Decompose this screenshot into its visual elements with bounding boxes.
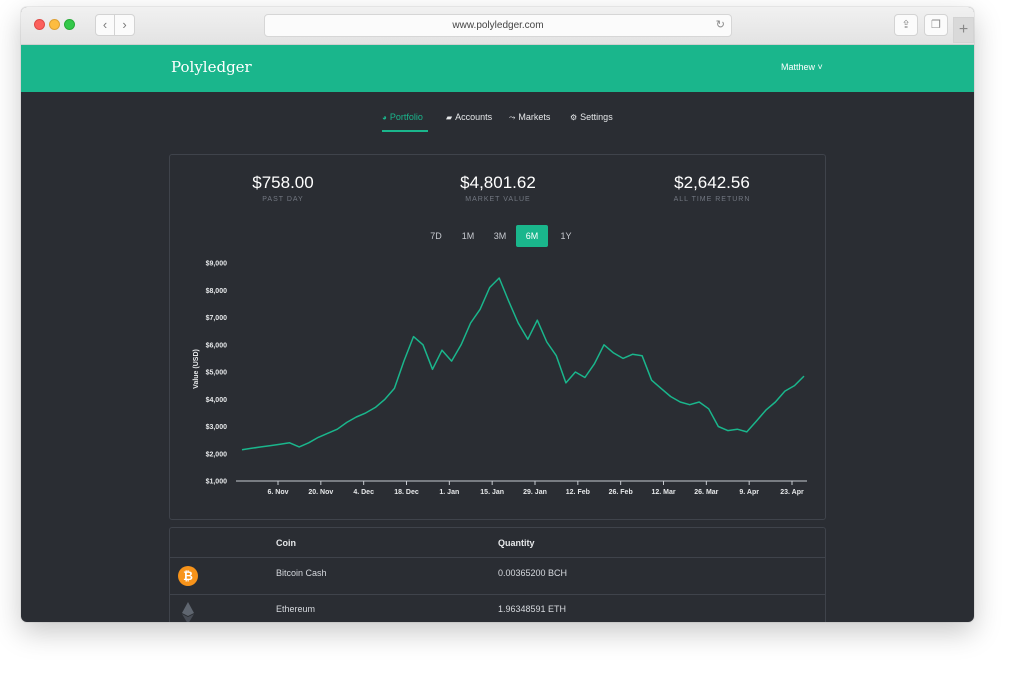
range-6m-button[interactable]: 6M <box>516 225 548 247</box>
app-header: Polyledger Matthew ˅ <box>21 45 974 92</box>
forward-button[interactable]: › <box>115 14 135 36</box>
stat-all-time-return: $2,642.56 ALL TIME RETURN <box>627 173 797 203</box>
column-header-coin: Coin <box>276 538 296 548</box>
chevron-left-icon: ‹ <box>102 17 108 32</box>
stat-value: $4,801.62 <box>460 173 536 192</box>
x-tick-label: 12. Mar <box>651 489 675 496</box>
user-menu[interactable]: Matthew ˅ <box>781 62 823 72</box>
minimize-window-button[interactable] <box>49 19 60 30</box>
y-tick-label: $1,000 <box>206 479 228 486</box>
range-1y-button[interactable]: 1Y <box>550 225 582 247</box>
range-3m-button[interactable]: 3M <box>484 225 516 247</box>
x-tick-label: 29. Jan <box>523 489 547 496</box>
header-divider <box>170 557 825 558</box>
new-tab-button[interactable]: + <box>953 17 974 43</box>
share-icon: ⇪ <box>901 19 911 31</box>
y-tick-label: $8,000 <box>206 288 228 295</box>
x-tick-label: 9. Apr <box>739 489 759 496</box>
tab-markets[interactable]: ⤳ Markets <box>509 112 550 123</box>
chevron-right-icon: › <box>122 17 127 32</box>
coin-name: Ethereum <box>276 604 316 614</box>
brand-logo[interactable]: Polyledger <box>171 58 252 76</box>
y-tick-label: $2,000 <box>206 451 228 458</box>
tab-accounts-label: Accounts <box>455 112 493 122</box>
tab-portfolio[interactable]: ◕ Portfolio <box>382 112 423 122</box>
url-text: www.polyledger.com <box>452 20 544 31</box>
main-nav: ◕ Portfolio ▰ Accounts ⤳ Markets ⚙ Settings <box>21 109 974 133</box>
browser-toolbar: ‹ › www.polyledger.com ↻ ⇪ ❐ + <box>21 7 974 45</box>
tabs-icon: ❐ <box>931 19 941 31</box>
x-tick-label: 15. Jan <box>480 489 504 496</box>
y-tick-label: $9,000 <box>206 261 228 268</box>
stat-label: ALL TIME RETURN <box>673 196 751 203</box>
portfolio-card: $758.00 PAST DAY $4,801.62 MARKET VALUE … <box>169 154 826 520</box>
ethereum-icon <box>178 602 198 622</box>
wallet-icon: ▰ <box>446 113 453 122</box>
tab-settings[interactable]: ⚙ Settings <box>570 112 613 122</box>
portfolio-value-chart: Value (USD) $9,000 $8,000 $7,000 $6,000 $5,0… <box>193 261 807 496</box>
pie-chart-icon: ◕ <box>382 113 387 122</box>
range-1m-button[interactable]: 1M <box>452 225 484 247</box>
column-header-quantity: Quantity <box>498 538 535 548</box>
y-tick-label: $7,000 <box>206 315 228 322</box>
stat-market-value: $4,801.62 MARKET VALUE <box>413 173 583 203</box>
y-tick-label: $6,000 <box>206 342 228 349</box>
show-tabs-button[interactable]: ❐ <box>924 14 948 36</box>
row-divider <box>170 594 825 595</box>
bitcoin-cash-icon: ₿ <box>178 566 198 586</box>
y-tick-label: $4,000 <box>206 397 228 404</box>
x-tick-label: 4. Dec <box>353 489 374 496</box>
gear-icon: ⚙ <box>570 113 578 122</box>
coin-name: Bitcoin Cash <box>276 568 327 578</box>
trend-icon: ⤳ <box>509 113 516 122</box>
coin-quantity: 0.00365200 BCH <box>498 568 568 578</box>
x-tick-label: 18. Dec <box>394 489 419 496</box>
stat-label: MARKET VALUE <box>465 196 531 203</box>
stat-past-day: $758.00 PAST DAY <box>198 173 368 203</box>
x-tick-label: 1. Jan <box>439 489 459 496</box>
holdings-table: Coin Quantity ₿ Bitcoin Cash 0.00365200 … <box>169 527 826 622</box>
stat-label: PAST DAY <box>262 196 304 203</box>
y-tick-label: $5,000 <box>206 370 228 377</box>
plus-icon: + <box>958 21 969 38</box>
coin-quantity: 1.96348591 ETH <box>498 604 567 614</box>
x-tick-label: 12. Feb <box>566 489 590 496</box>
portfolio-value-line <box>241 277 805 451</box>
stat-value: $758.00 <box>252 173 314 192</box>
y-axis-label: Value (USD) <box>193 349 200 389</box>
tab-accounts[interactable]: ▰ Accounts <box>446 112 492 122</box>
active-tab-indicator <box>382 130 428 132</box>
reload-icon[interactable]: ↻ <box>716 15 725 36</box>
x-tick-label: 26. Feb <box>609 489 633 496</box>
back-button[interactable]: ‹ <box>95 14 115 36</box>
address-bar[interactable]: www.polyledger.com ↻ <box>264 14 732 37</box>
x-tick-label: 20. Nov <box>308 489 333 496</box>
stat-value: $2,642.56 <box>674 173 750 192</box>
tab-markets-label: Markets <box>518 112 551 122</box>
zoom-window-button[interactable] <box>64 19 75 30</box>
tab-portfolio-label: Portfolio <box>389 112 423 122</box>
share-button[interactable]: ⇪ <box>894 14 918 36</box>
x-tick-label: 26. Mar <box>694 489 718 496</box>
browser-window: ‹ › www.polyledger.com ↻ ⇪ ❐ + Polyledge… <box>21 7 974 622</box>
range-7d-button[interactable]: 7D <box>420 225 452 247</box>
x-tick-label: 23. Apr <box>780 489 804 496</box>
x-tick-label: 6. Nov <box>267 489 288 496</box>
tab-settings-label: Settings <box>580 112 613 122</box>
close-window-button[interactable] <box>34 19 45 30</box>
y-tick-label: $3,000 <box>206 424 228 431</box>
